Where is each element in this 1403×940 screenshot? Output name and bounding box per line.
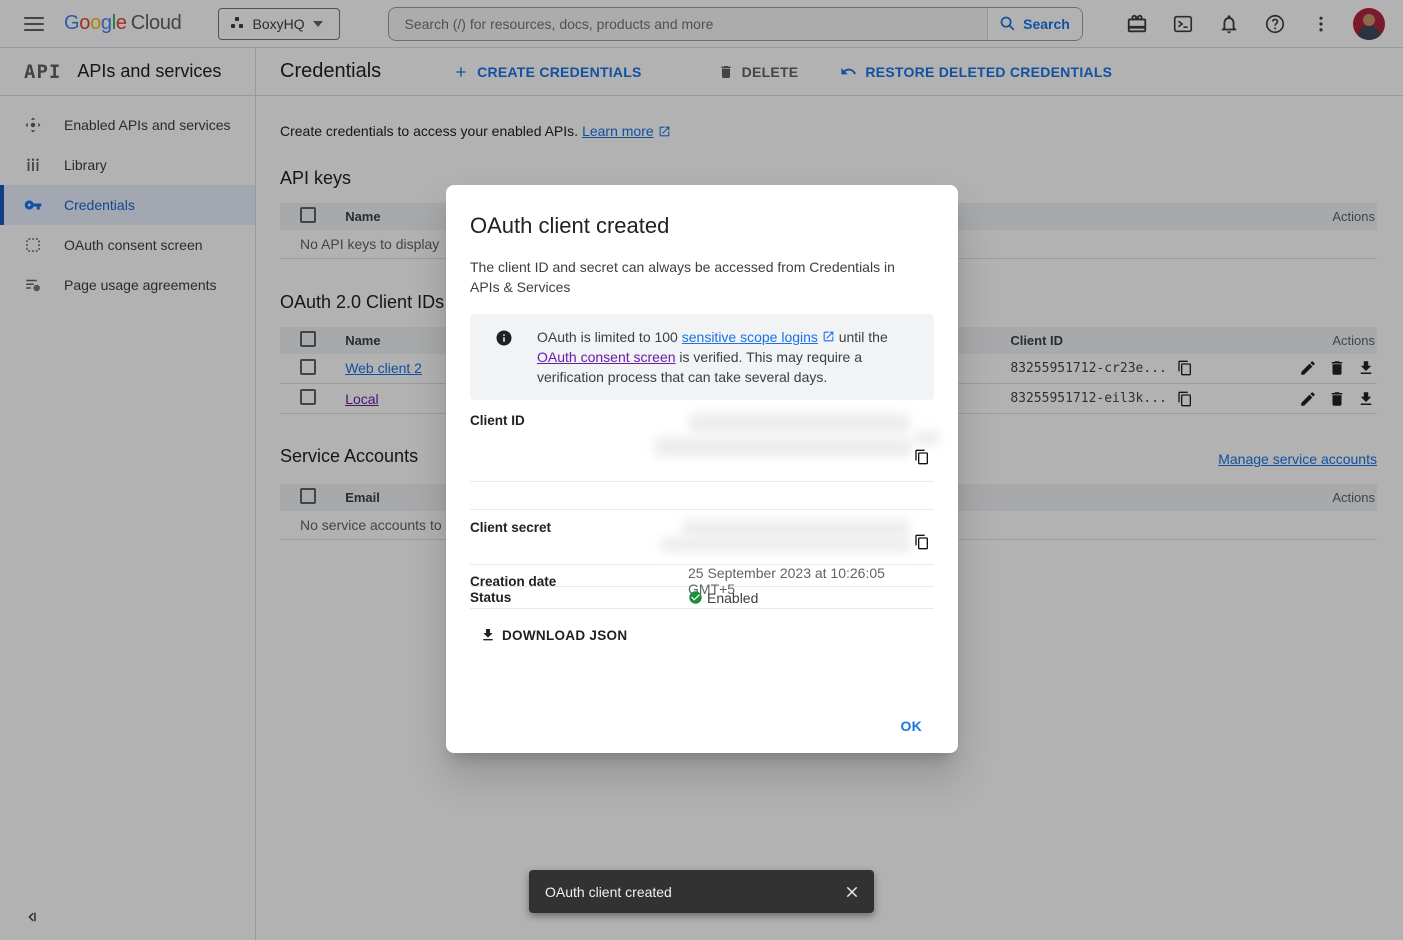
google-cloud-console: GoogleCloud BoxyHQ Search API APIs and s [0, 0, 1403, 940]
ok-button[interactable]: OK [893, 712, 931, 740]
copy-client-secret-icon[interactable] [914, 534, 930, 550]
oauth-limit-notice: OAuth is limited to 100 sensitive scope … [470, 314, 934, 400]
dialog-title: OAuth client created [470, 213, 934, 239]
status-badge: Enabled [688, 590, 934, 606]
toast-snackbar: OAuth client created [529, 870, 874, 913]
creation-date-row: Creation date 25 September 2023 at 10:26… [470, 565, 934, 587]
info-icon [495, 329, 513, 347]
check-circle-icon [688, 590, 703, 605]
client-secret-label: Client secret [470, 520, 688, 535]
client-id-row: Client ID [470, 413, 934, 482]
client-secret-row: Client secret [470, 510, 934, 565]
close-icon[interactable] [844, 884, 860, 900]
sensitive-scope-logins-link[interactable]: sensitive scope logins [682, 329, 818, 345]
notice-text: OAuth is limited to 100 sensitive scope … [537, 327, 908, 387]
download-json-button[interactable]: DOWNLOAD JSON [476, 623, 635, 647]
client-id-redacted-value [688, 413, 934, 473]
creation-date-label: Creation date [470, 574, 688, 589]
client-secret-redacted-value [688, 520, 934, 558]
oauth-client-created-dialog: OAuth client created The client ID and s… [446, 185, 958, 753]
status-label: Status [470, 590, 688, 605]
copy-client-id-icon[interactable] [914, 449, 930, 465]
external-link-icon [822, 330, 835, 343]
client-id-label: Client ID [470, 413, 688, 428]
oauth-consent-screen-link[interactable]: OAuth consent screen [537, 349, 676, 365]
dialog-row-spacer [470, 482, 934, 510]
dialog-description: The client ID and secret can always be a… [470, 257, 922, 297]
toast-message: OAuth client created [545, 884, 844, 900]
download-icon [480, 627, 496, 643]
status-row: Status Enabled [470, 587, 934, 609]
